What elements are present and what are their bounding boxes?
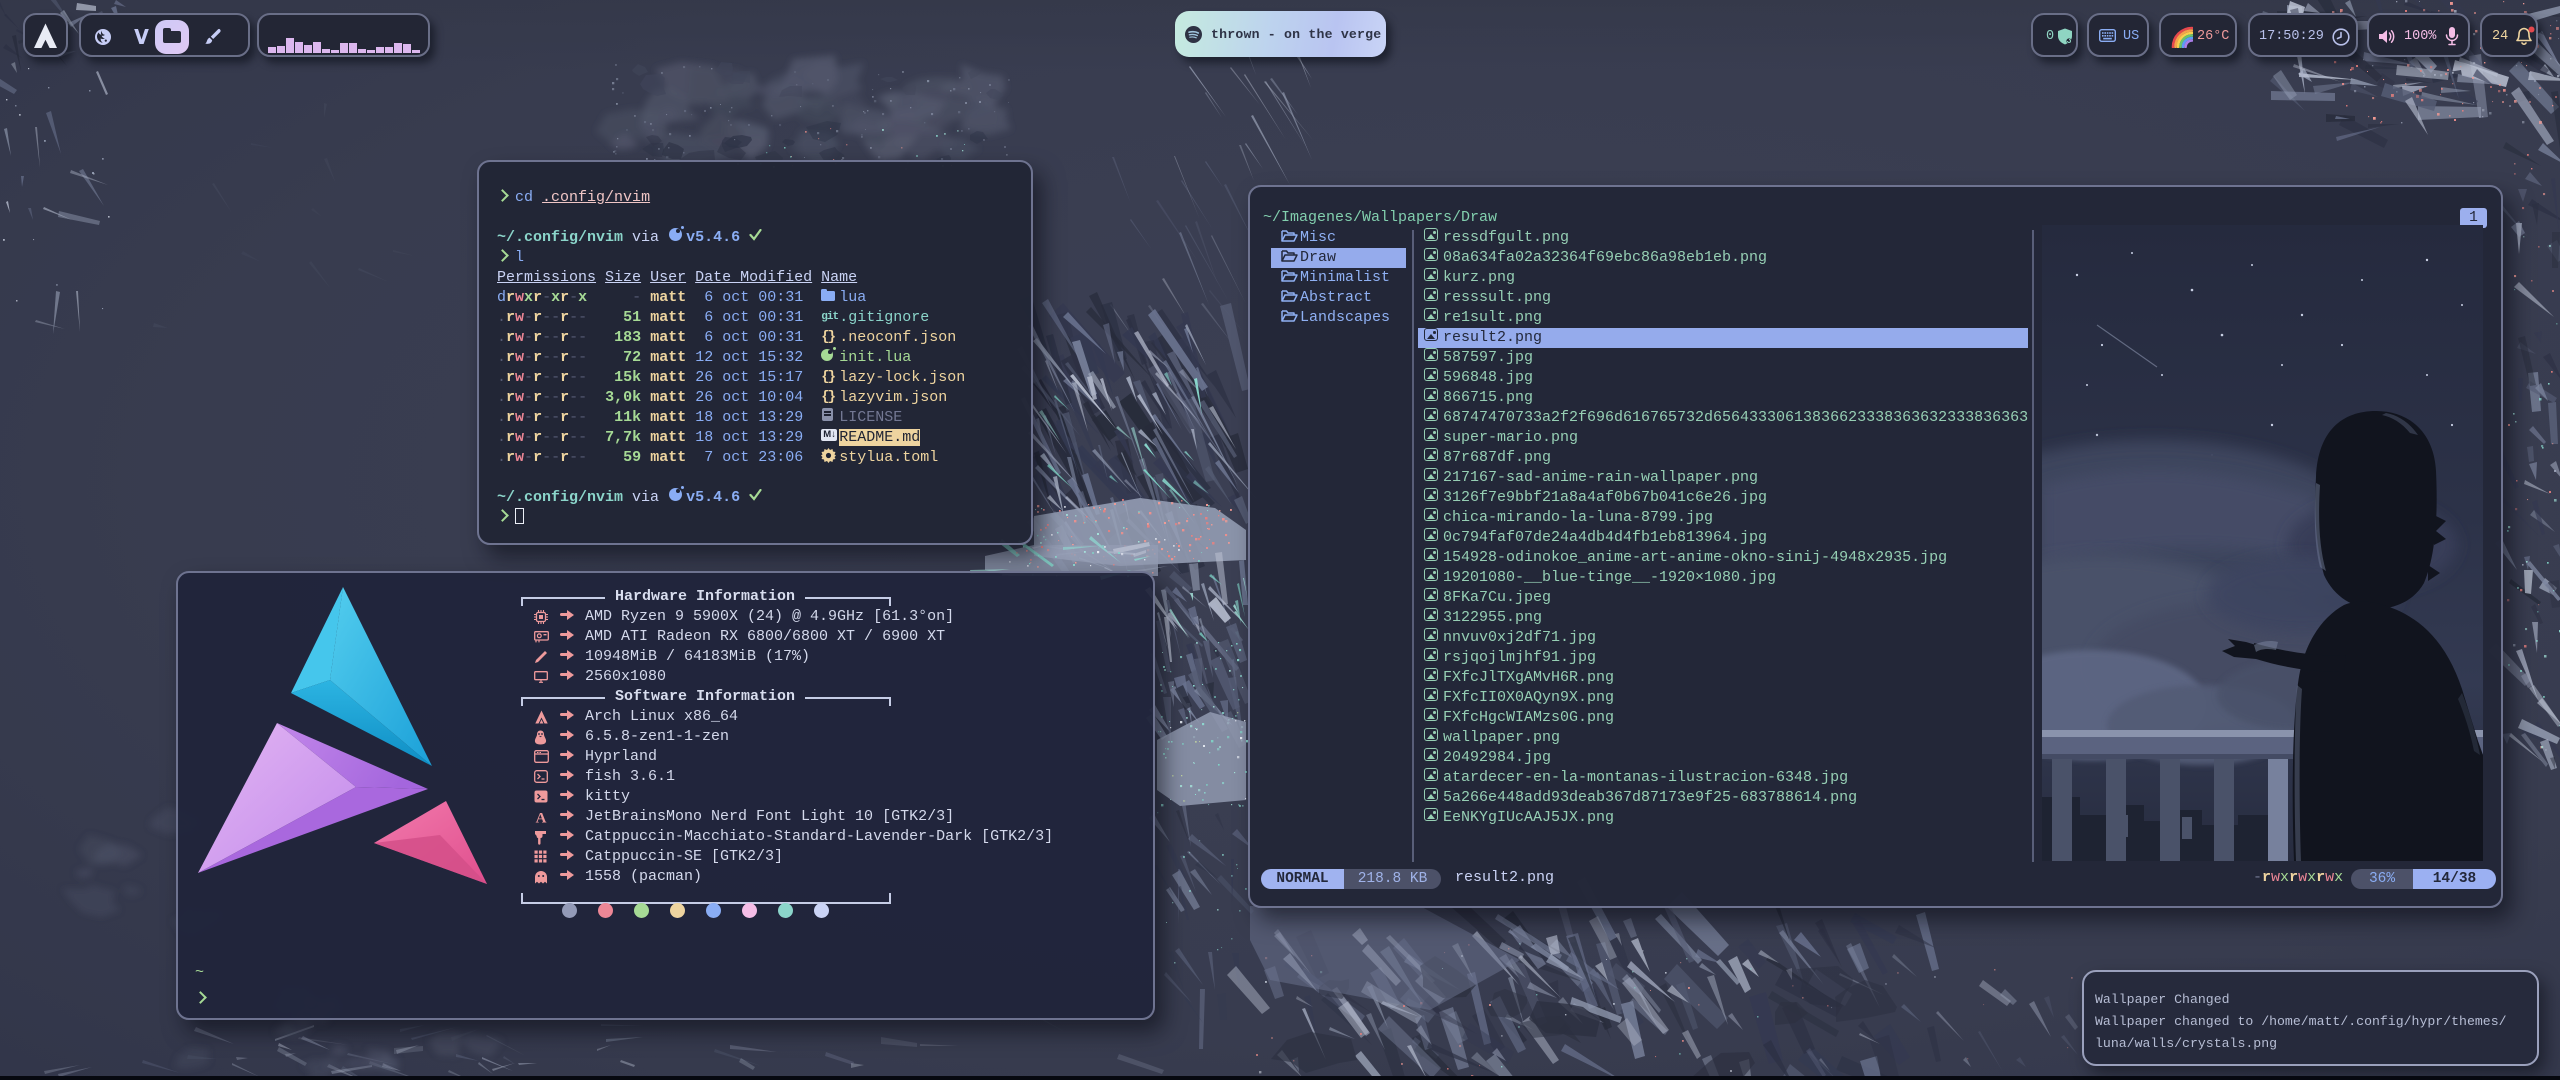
svg-text:A: A — [536, 811, 547, 826]
